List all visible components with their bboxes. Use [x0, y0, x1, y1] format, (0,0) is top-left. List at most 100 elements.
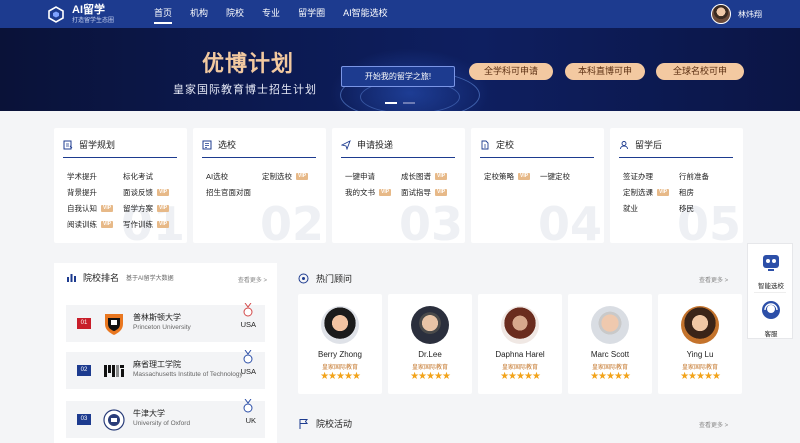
- nav-schools[interactable]: 院校: [217, 0, 253, 28]
- university-row[interactable]: 03 牛津大学 University of Oxford UK: [66, 399, 265, 438]
- carousel-dot[interactable]: [385, 102, 397, 104]
- flag-icon: [299, 419, 308, 429]
- consultant-card[interactable]: Ying Lu 皇家国际教育 ★★★★★: [658, 294, 742, 394]
- rating-stars: ★★★★★: [410, 371, 451, 382]
- category-number: 03: [398, 197, 463, 243]
- category-title: 留学后: [635, 140, 663, 150]
- consultant-card[interactable]: Marc Scott 皇家国际教育 ★★★★★: [568, 294, 652, 394]
- vip-badge: VIP: [435, 173, 448, 180]
- link-background[interactable]: 背景提升: [67, 187, 97, 198]
- consultant-org: 皇家国际教育: [681, 365, 718, 371]
- rank-number: 02: [77, 365, 91, 376]
- university-country: USA: [240, 320, 256, 329]
- consultant-photo: [591, 306, 629, 344]
- nav-ai-school-selection[interactable]: AI智能选校: [334, 0, 397, 28]
- link-interview-feedback[interactable]: 面谈反馈 VIP: [123, 187, 170, 198]
- link-custom-selection[interactable]: 定制选校 VIP: [262, 171, 309, 182]
- link-decide-strategy[interactable]: 定校策略 VIP: [484, 171, 531, 182]
- category-number: 02: [259, 197, 324, 243]
- category-title: 申请投递: [357, 140, 394, 150]
- top-nav: AI留学 打造留学生态圈 首页 机构 院校 专业 留学圈 AI智能选校 林炜翔: [0, 0, 800, 28]
- link-housing[interactable]: 租房: [679, 187, 694, 198]
- consultants-header: 热门顾问: [298, 272, 352, 285]
- banner-pill-direct-phd: 本科直博可申: [565, 63, 645, 80]
- banner-title: 优博计划: [202, 51, 295, 76]
- consultant-card[interactable]: Dr.Lee 皇家国际教育 ★★★★★: [388, 294, 472, 394]
- university-name-en: Princeton University: [133, 324, 191, 331]
- link-writing[interactable]: 写作训练 VIP: [123, 219, 170, 230]
- university-name-cn: 牛津大学: [133, 409, 165, 418]
- consultant-org: 皇家国际教育: [591, 365, 628, 371]
- link-visa[interactable]: 签证办理: [623, 171, 653, 182]
- vip-badge: VIP: [101, 205, 114, 212]
- link-interview-guide[interactable]: 面试指导 VIP: [401, 187, 448, 198]
- consultants-more-link[interactable]: 查看更多 >: [699, 275, 728, 284]
- link-my-documents[interactable]: 我的文书 VIP: [345, 187, 392, 198]
- category-card-after-study: 05 留学后 签证办理 行前准备 定制选课 VIP 租房 就业 移民: [610, 128, 743, 243]
- start-journey-button[interactable]: 开始我的留学之旅!: [341, 66, 455, 87]
- activities-more-link[interactable]: 查看更多 >: [699, 420, 728, 429]
- user-menu[interactable]: 林炜翔: [711, 4, 762, 24]
- nav-majors[interactable]: 专业: [253, 0, 289, 28]
- customer-service-shortcut[interactable]: 客服: [748, 299, 794, 338]
- link-reading[interactable]: 阅读训练 VIP: [67, 219, 114, 230]
- link-growth-map[interactable]: 成长图谱 VIP: [401, 171, 448, 182]
- consultant-card[interactable]: Daphna Harel 皇家国际教育 ★★★★★: [478, 294, 562, 394]
- logo-subtitle: 打造留学生态圈: [72, 17, 115, 24]
- link-self-awareness[interactable]: 自我认知 VIP: [67, 203, 114, 214]
- vip-badge: VIP: [157, 205, 170, 212]
- link-pre-departure[interactable]: 行前准备: [679, 171, 709, 182]
- school-icon: [202, 140, 212, 149]
- logo-title: AI留学: [72, 3, 105, 16]
- send-icon: [341, 139, 351, 150]
- link-custom-courses[interactable]: 定制选课 VIP: [623, 187, 670, 198]
- hero-banner[interactable]: 优博计划 皇家国际教育博士招生计划 开始我的留学之旅! 全学科可申请 本科直博可…: [0, 28, 800, 111]
- link-immigration[interactable]: 移民: [679, 203, 694, 214]
- floating-side-widget: 智能选校 客服: [747, 243, 793, 339]
- user-name[interactable]: 林炜翔: [738, 9, 762, 20]
- consultant-photo: [501, 306, 539, 344]
- logo[interactable]: AI留学 打造留学生态圈: [46, 4, 146, 24]
- link-test[interactable]: 标化考试: [123, 171, 153, 182]
- link-ai-selection[interactable]: AI选校: [206, 171, 228, 182]
- vip-badge: VIP: [157, 189, 170, 196]
- carousel-dots: [382, 102, 418, 104]
- banner-subtitle: 皇家国际教育博士招生计划: [173, 84, 317, 96]
- consultant-name: Dr.Lee: [418, 350, 442, 359]
- consultant-org: 皇家国际教育: [411, 365, 448, 371]
- category-title: 留学规划: [79, 140, 116, 150]
- consultant-card[interactable]: Berry Zhong 皇家国际教育 ★★★★★: [298, 294, 382, 394]
- consultant-icon: [298, 273, 309, 284]
- university-row[interactable]: 01 普林斯顿大学 Princeton University USA: [66, 303, 265, 342]
- vip-badge: VIP: [435, 189, 448, 196]
- carousel-dot[interactable]: [403, 102, 415, 104]
- link-study-plan[interactable]: 留学方案 VIP: [123, 203, 170, 214]
- link-admissions-officer[interactable]: 招生官面对面: [206, 187, 251, 198]
- university-country: UK: [245, 416, 256, 425]
- category-title: 定校: [496, 140, 515, 150]
- document-icon: [481, 140, 489, 149]
- nav-institutions[interactable]: 机构: [181, 0, 217, 28]
- rating-stars: ★★★★★: [590, 371, 631, 382]
- link-one-click-apply[interactable]: 一键申请: [345, 171, 375, 182]
- link-one-click-decide[interactable]: 一键定校: [540, 171, 570, 182]
- consultant-photo: [321, 306, 359, 344]
- nav-community[interactable]: 留学圈: [289, 0, 334, 28]
- nav-home[interactable]: 首页: [145, 0, 181, 28]
- vip-badge: VIP: [379, 189, 392, 196]
- link-academic[interactable]: 学术提升: [67, 171, 97, 182]
- ai-selection-shortcut[interactable]: 智能选校: [748, 251, 794, 290]
- school-ranking-panel: 院校排名 基于AI留学大数据 查看更多 > 01 普林斯顿大学 Princeto…: [54, 263, 277, 443]
- consultant-photo: [411, 306, 449, 344]
- university-row[interactable]: 02 麻省理工学院 Massachusetts Institute of Tec…: [66, 350, 265, 389]
- rank-number: 03: [77, 414, 91, 425]
- banner-pill-global-schools: 全球名校可申: [656, 63, 744, 80]
- vip-badge: VIP: [157, 221, 170, 228]
- avatar[interactable]: [711, 4, 731, 24]
- vip-badge: VIP: [518, 173, 531, 180]
- rating-stars: ★★★★★: [500, 371, 541, 382]
- rating-stars: ★★★★★: [320, 371, 361, 382]
- ranking-more-link[interactable]: 查看更多 >: [238, 275, 267, 284]
- link-employment[interactable]: 就业: [623, 203, 638, 214]
- category-card-application: 03 申请投递 一键申请 成长图谱 VIP 我的文书 VIP 面试指导 VIP: [332, 128, 465, 243]
